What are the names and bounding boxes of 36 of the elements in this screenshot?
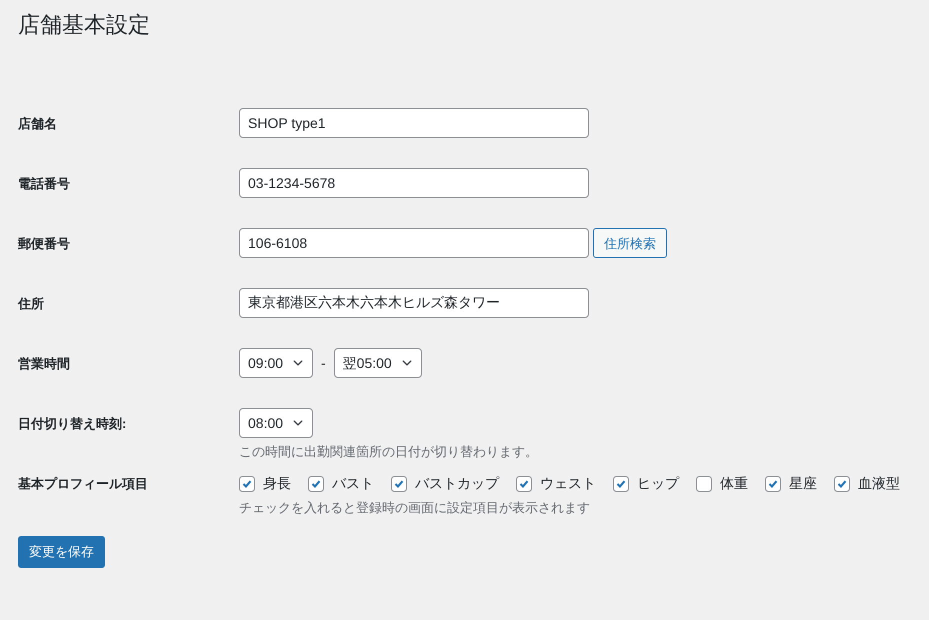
checkbox[interactable] xyxy=(516,476,532,492)
field-label: 電話番号 xyxy=(18,175,71,194)
field-label: 営業時間 xyxy=(18,355,71,374)
checkbox-label: ヒップ xyxy=(637,474,679,494)
time-select[interactable]: 翌05:00 xyxy=(334,348,422,378)
checkbox-label: バストカップ xyxy=(415,474,499,494)
field-label: 日付切り替え時刻: xyxy=(18,415,128,434)
time-select[interactable]: 08:00 xyxy=(239,408,313,438)
checkbox-label: バスト xyxy=(332,474,374,494)
range-separator: - xyxy=(320,354,327,373)
field-label: 住所 xyxy=(18,295,45,314)
checkbox[interactable] xyxy=(834,476,850,492)
checkbox-label: 身長 xyxy=(263,474,291,494)
checkbox-label: 体重 xyxy=(720,474,748,494)
checkbox-label: 血液型 xyxy=(858,474,900,494)
text-field[interactable]: 106-6108 xyxy=(239,228,589,258)
checkbox-label: ウェスト xyxy=(540,474,596,494)
checkbox[interactable] xyxy=(765,476,781,492)
field-description: チェックを入れると登録時の画面に設定項目が表示されます xyxy=(239,499,591,518)
address-search-button[interactable]: 住所検索 xyxy=(593,228,667,258)
text-field[interactable]: SHOP type1 xyxy=(239,108,589,138)
time-select[interactable]: 09:00 xyxy=(239,348,313,378)
checkbox[interactable] xyxy=(391,476,407,492)
checkbox[interactable] xyxy=(239,476,255,492)
field-label: 店舗名 xyxy=(18,115,58,134)
save-button[interactable]: 変更を保存 xyxy=(18,536,105,568)
field-description: この時間に出勤関連箇所の日付が切り替わります。 xyxy=(239,443,538,462)
field-label: 基本プロフィール項目 xyxy=(18,475,149,494)
text-field[interactable]: 東京都港区六本木六本木ヒルズ森タワー xyxy=(239,288,589,318)
checkbox[interactable] xyxy=(613,476,629,492)
checkbox[interactable] xyxy=(696,476,712,492)
page-title: 店舗基本設定 xyxy=(18,12,151,38)
checkbox-label: 星座 xyxy=(789,474,817,494)
checkbox[interactable] xyxy=(308,476,324,492)
text-field[interactable]: 03-1234-5678 xyxy=(239,168,589,198)
field-label: 郵便番号 xyxy=(18,235,71,254)
